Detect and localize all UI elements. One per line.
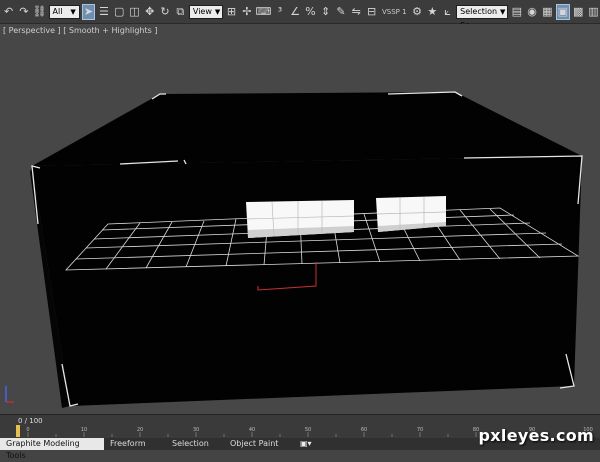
mirror-icon[interactable]: ⇋ <box>350 4 363 20</box>
frame-counter: 0 / 100 <box>18 417 43 425</box>
render-setup-icon[interactable]: ▦ <box>541 4 554 20</box>
spinner-snap-icon[interactable]: ⇕ <box>319 4 332 20</box>
timeline-tick-label: 20 <box>137 427 143 433</box>
perspective-viewport[interactable] <box>0 24 600 414</box>
undo-icon[interactable]: ↶ <box>2 4 15 20</box>
select-object-icon[interactable]: ➤ <box>81 3 96 20</box>
percent-snap-icon[interactable]: % <box>304 4 317 20</box>
timeline-tick-label: 0 <box>26 427 29 433</box>
scale-icon[interactable]: ⧉ <box>174 4 187 20</box>
chevron-down-icon: ▼ <box>70 7 76 16</box>
favorite-icon[interactable]: ★ <box>426 4 439 20</box>
timeline-tick-label: 40 <box>249 427 255 433</box>
timeline-tick-label: 30 <box>193 427 199 433</box>
layer-icon[interactable]: ▤ <box>510 4 523 20</box>
curve-editor-icon[interactable]: ⟀ <box>441 4 454 20</box>
left-window <box>246 200 355 238</box>
time-slider-knob[interactable] <box>16 425 20 437</box>
move-icon[interactable]: ✥ <box>143 4 156 20</box>
tab-graphite-modeling-tools[interactable]: Graphite Modeling Tools <box>0 438 104 460</box>
tab-freeform[interactable]: Freeform <box>104 438 166 450</box>
right-window <box>376 196 447 232</box>
timeline-tick-label: 60 <box>361 427 367 433</box>
snap-icon[interactable]: ³ <box>273 4 286 20</box>
chevron-down-icon: ▼ <box>500 7 506 16</box>
axis-tripod-icon <box>5 386 14 403</box>
rotate-icon[interactable]: ↻ <box>158 4 171 20</box>
chevron-down-icon: ▼ <box>214 7 221 16</box>
link-icon[interactable]: ⛓ <box>33 4 47 20</box>
angle-snap-icon[interactable]: ∠ <box>289 4 302 20</box>
timeline-tick-label: 10 <box>81 427 87 433</box>
redo-icon[interactable]: ↷ <box>17 4 30 20</box>
selection-filter-value: All <box>52 6 63 16</box>
snap-label: VSSP 1 <box>381 7 407 16</box>
timeline-tick-label: 70 <box>417 427 423 433</box>
selection-set-select[interactable]: Create Selection Se▼ <box>456 0 509 30</box>
material-editor-icon[interactable]: ◉ <box>525 4 538 20</box>
select-by-name-icon[interactable]: ☰ <box>97 4 110 20</box>
watermark-logo: pxleyes.com <box>478 426 594 445</box>
render-icon[interactable]: ▩ <box>572 4 585 20</box>
align-icon[interactable]: ⊟ <box>365 4 378 20</box>
viewport-label[interactable]: [ Perspective ] [ Smooth + Highlights ] <box>3 26 157 35</box>
selection-filter-select[interactable]: All ▼ <box>48 4 80 19</box>
main-toolbar: ↶ ↷ ⛓ All ▼ ➤ ☰ ▢ ◫ ✥ ↻ ⧉ View ▼ ⊞ ✢ ⌨ ³ ∠… <box>0 0 600 30</box>
ribbon-options-icon[interactable]: ▣▾ <box>294 438 326 450</box>
reference-coordinate-select[interactable]: View ▼ <box>188 4 223 19</box>
tab-selection[interactable]: Selection <box>166 438 224 450</box>
schematic-icon[interactable]: ⚙ <box>410 4 423 20</box>
window-crossing-icon[interactable]: ◫ <box>128 4 141 20</box>
box-front-face <box>32 156 582 406</box>
tab-object-paint[interactable]: Object Paint <box>224 438 294 450</box>
select-manipulate-icon[interactable]: ✢ <box>240 4 253 20</box>
render-frame-icon[interactable]: ▣ <box>555 3 570 20</box>
keyboard-shortcut-icon[interactable]: ⌨ <box>255 4 271 20</box>
render-production-icon[interactable]: ▥ <box>587 4 600 20</box>
viewport-scene <box>5 91 583 408</box>
box-top-face <box>32 92 582 166</box>
reference-coordinate-value: View <box>192 6 212 16</box>
named-selection-icon[interactable]: ✎ <box>334 4 347 20</box>
pivot-icon[interactable]: ⊞ <box>225 4 238 20</box>
rect-select-icon[interactable]: ▢ <box>113 4 126 20</box>
timeline-tick-label: 50 <box>305 427 311 433</box>
